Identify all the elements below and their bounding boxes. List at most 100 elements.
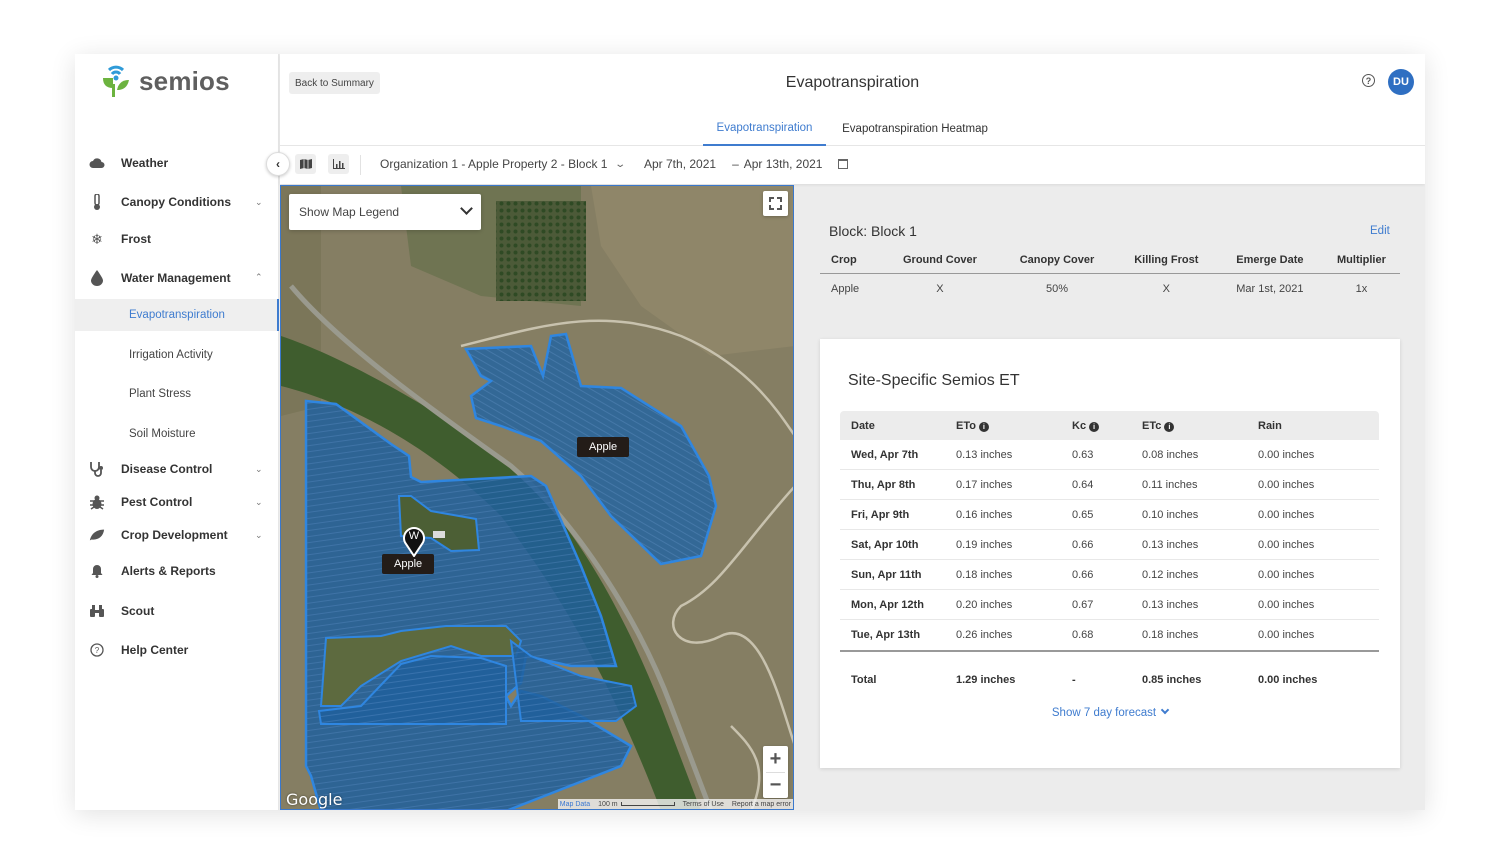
thermometer-icon [89, 194, 105, 210]
chevron-down-icon: ⌄ [255, 529, 263, 540]
bell-icon [89, 563, 105, 579]
location-select[interactable]: Organization 1 - Apple Property 2 - Bloc… [380, 157, 627, 171]
cell-date: Mon, Apr 12th [851, 598, 924, 611]
col-canopy-cover: Canopy Cover [998, 247, 1116, 274]
cell-kc: 0.66 [1072, 538, 1094, 551]
cell-etc: 0.08 inches [1142, 448, 1199, 461]
sidebar-item-weather[interactable]: Weather [75, 147, 279, 179]
sidebar-item-crop-development[interactable]: Crop Development ⌄ [75, 519, 279, 551]
help-circle-icon: ? [89, 642, 105, 658]
terms-link[interactable]: Terms of Use [683, 801, 724, 808]
map-view[interactable]: Show Map Legend Apple Apple W + − Google… [280, 185, 794, 810]
info-icon[interactable]: i [978, 421, 989, 432]
semios-logo-icon [103, 65, 129, 97]
col-multiplier: Multiplier [1322, 247, 1400, 274]
info-icon[interactable]: i [1164, 421, 1175, 432]
zoom-divider [766, 772, 785, 773]
edit-block-link[interactable]: Edit [1370, 225, 1390, 237]
sidebar-subitem-plant-stress[interactable]: Plant Stress [75, 378, 279, 410]
sidebar-item-help-center[interactable]: ? Help Center [75, 634, 279, 666]
fullscreen-icon [769, 197, 774, 202]
user-avatar[interactable]: DU [1388, 69, 1414, 95]
block-title: Block: Block 1 [829, 223, 917, 239]
tab-evapotranspiration-heatmap[interactable]: Evapotranspiration Heatmap [835, 112, 995, 146]
cell-date: Wed, Apr 7th [851, 448, 919, 461]
tab-evapotranspiration[interactable]: Evapotranspiration [703, 112, 826, 146]
satellite-map [281, 186, 793, 809]
total-label: Total [851, 674, 877, 686]
sidebar-item-canopy-conditions[interactable]: Canopy Conditions ⌄ [75, 186, 279, 218]
report-error-link[interactable]: Report a map error [732, 801, 791, 808]
map-legend-select[interactable]: Show Map Legend [289, 194, 481, 230]
et-table-body: Wed, Apr 7th 0.13 inches 0.63 0.08 inches 0.… [840, 440, 1379, 652]
fullscreen-button[interactable] [763, 191, 788, 216]
sidebar-subitem-irrigation-activity[interactable]: Irrigation Activity [75, 339, 279, 371]
zoom-in-button[interactable]: + [763, 746, 788, 772]
table-row: Apple X 50% X Mar 1st, 2021 1x [820, 273, 1400, 305]
fullscreen-icon-corner [769, 205, 774, 210]
cloud-icon [89, 155, 105, 171]
col-kc: Kc i [1072, 420, 1142, 432]
zoom-out-button[interactable]: − [763, 772, 788, 798]
cell-eto: 0.13 inches [956, 448, 1013, 461]
total-rain: 0.00 inches [1258, 674, 1318, 686]
col-etc-label: ETc [1142, 419, 1162, 432]
stethoscope-icon [89, 461, 105, 477]
cell-killing-frost: X [1162, 283, 1170, 296]
chevron-left-icon: ‹ [276, 157, 280, 171]
logo[interactable]: semios [99, 64, 230, 98]
zoom-control: + − [763, 746, 788, 798]
cell-kc: 0.66 [1072, 568, 1094, 581]
sidebar-subitem-evapotranspiration[interactable]: Evapotranspiration [75, 299, 279, 331]
calendar-icon[interactable] [838, 159, 849, 169]
col-ground-cover: Ground Cover [881, 247, 999, 274]
date-range-picker[interactable]: Apr 7th, 2021 – Apr 13th, 2021 [644, 157, 849, 171]
cell-crop: Apple [831, 283, 860, 296]
block-label[interactable]: Apple [382, 554, 435, 574]
cell-kc: 0.64 [1072, 478, 1094, 491]
cell-kc: 0.65 [1072, 508, 1094, 521]
brand-name: semios [139, 65, 230, 96]
block-label[interactable]: Apple [577, 437, 630, 457]
cell-rain: 0.00 inches [1258, 629, 1315, 641]
sidebar-item-frost[interactable]: ❄ Frost [75, 223, 279, 255]
total-etc: 0.85 inches [1142, 674, 1202, 686]
cell-etc: 0.13 inches [1142, 538, 1199, 551]
scale-label: 100 m [598, 800, 618, 808]
chevron-up-icon: ⌃ [255, 272, 263, 282]
sidebar-item-alerts-reports[interactable]: Alerts & Reports [75, 555, 279, 587]
cell-eto: 0.16 inches [956, 508, 1013, 521]
table-row: Thu, Apr 8th 0.17 inches 0.64 0.11 inches 0.… [840, 470, 1379, 500]
help-icon[interactable]: ? [1362, 74, 1375, 87]
collapse-sidebar-button[interactable]: ‹ [266, 152, 290, 176]
col-emerge-date: Emerge Date [1216, 247, 1323, 274]
cell-eto: 0.17 inches [956, 478, 1013, 491]
cell-etc: 0.12 inches [1142, 568, 1199, 581]
col-kc-label: Kc [1072, 419, 1087, 432]
sidebar-item-disease-control[interactable]: Disease Control ⌄ [75, 453, 279, 485]
col-crop: Crop [820, 247, 882, 274]
sidebar-item-pest-control[interactable]: Pest Control ⌄ [75, 486, 279, 518]
sidebar-item-water-management[interactable]: Water Management ⌃ [75, 262, 279, 294]
cell-etc: 0.18 inches [1142, 629, 1199, 641]
fullscreen-icon-corner [777, 197, 782, 202]
bug-icon [89, 494, 105, 510]
map-view-button[interactable] [295, 154, 316, 174]
binoculars-icon [89, 603, 105, 619]
chart-view-button[interactable] [328, 154, 349, 174]
chevron-down-icon: ⌄ [614, 158, 627, 170]
et-table: Date ETo i Kc i ETc i Rain Wed, Apr 7th 0.13… [840, 411, 1379, 706]
cell-date: Sun, Apr 11th [851, 568, 922, 581]
show-forecast-link[interactable]: Show 7 day forecast [820, 705, 1400, 719]
sidebar-item-scout[interactable]: Scout [75, 595, 279, 627]
header: Back to Summary Evapotranspiration ? DU … [266, 54, 1425, 184]
sidebar-subitem-soil-moisture[interactable]: Soil Moisture [75, 418, 279, 450]
cell-rain: 0.00 inches [1258, 598, 1315, 611]
block-table: Crop Ground Cover Canopy Cover Killing F… [820, 247, 1400, 305]
table-row: Fri, Apr 9th 0.16 inches 0.65 0.10 inches 0.… [840, 500, 1379, 530]
info-icon[interactable]: i [1089, 421, 1100, 432]
map-data-link[interactable]: Map Data [560, 801, 590, 808]
cell-etc: 0.13 inches [1142, 598, 1199, 611]
cell-etc: 0.11 inches [1142, 478, 1198, 491]
et-table-header: Date ETo i Kc i ETc i Rain [840, 411, 1379, 440]
